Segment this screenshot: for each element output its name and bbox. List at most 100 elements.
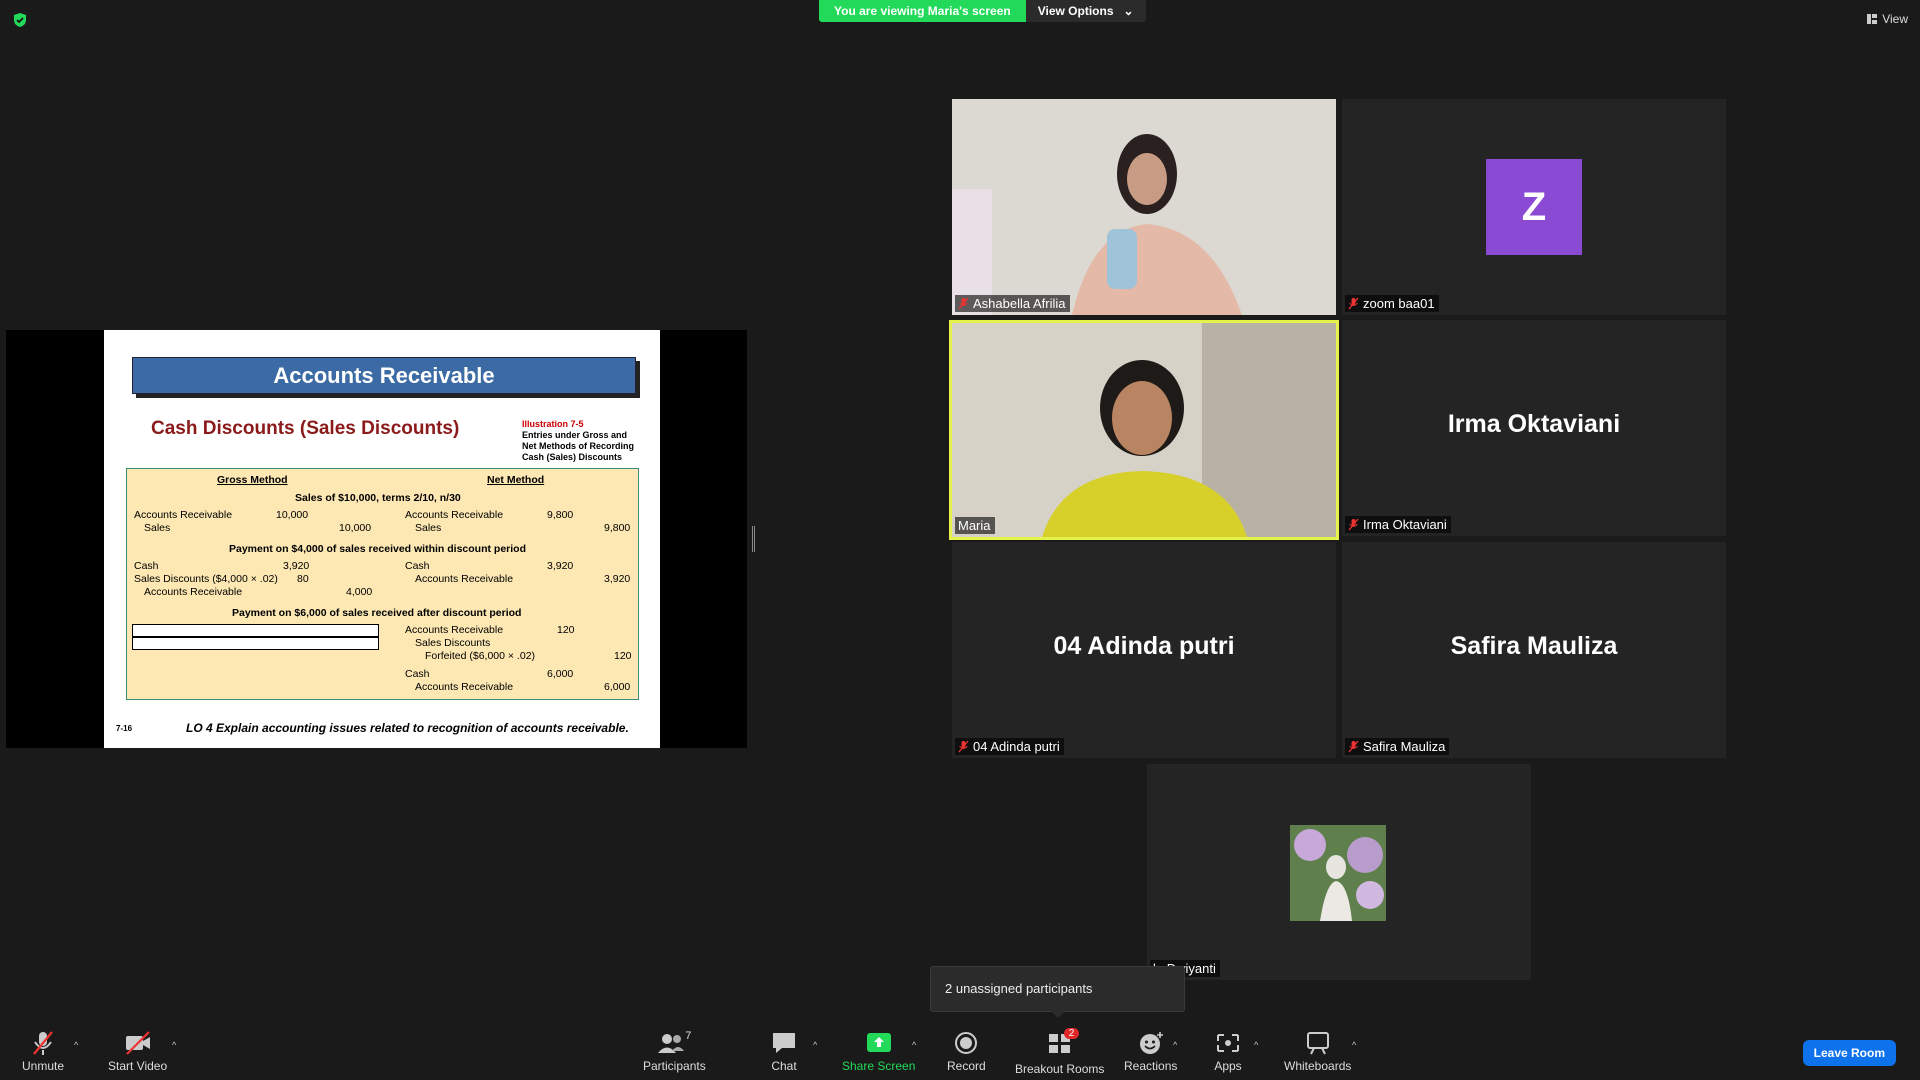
participant-name-label: Ashabella Afrilia	[955, 295, 1070, 312]
view-options-button[interactable]: View Options ⌄	[1025, 0, 1146, 22]
cell: Accounts Receivable	[134, 509, 233, 521]
video-tile[interactable]: la Dwiyanti	[1147, 764, 1531, 980]
cell: Cash	[405, 560, 430, 572]
breakout-rooms-label: Breakout Rooms	[1015, 1062, 1105, 1076]
cell: 3,920	[283, 560, 310, 572]
video-tile-active-speaker[interactable]: Maria	[949, 320, 1339, 540]
cell: Accounts Receivable	[144, 586, 243, 598]
apps-label: Apps	[1214, 1059, 1242, 1073]
record-icon	[955, 1032, 978, 1054]
cell: Sales Discounts ($4,000 × .02)	[134, 573, 278, 585]
cell: 3,920	[604, 573, 631, 585]
record-label: Record	[947, 1059, 986, 1073]
apps-button[interactable]: Apps	[1214, 1030, 1242, 1073]
illustration-caption-line: Net Methods of Recording	[522, 441, 634, 451]
cell: Sales	[415, 522, 442, 534]
participant-video	[952, 99, 1336, 315]
share-screen-button[interactable]: Share Screen	[842, 1030, 915, 1073]
cell: 10,000	[339, 522, 372, 534]
presentation-slide: Accounts Receivable Cash Discounts (Sale…	[104, 330, 660, 748]
video-options-caret[interactable]: ^	[172, 1040, 176, 1050]
cell: 9,800	[547, 509, 574, 521]
start-video-label: Start Video	[108, 1059, 168, 1073]
encryption-shield-icon[interactable]	[12, 12, 28, 28]
participants-label: Participants	[643, 1059, 706, 1073]
participants-button[interactable]: 7 Participants	[643, 1030, 706, 1073]
video-off-icon	[125, 1031, 150, 1055]
learning-objective: LO 4 Explain accounting issues related t…	[186, 721, 629, 735]
cell: Accounts Receivable	[415, 681, 514, 693]
reactions-options-caret[interactable]: ^	[1173, 1040, 1177, 1050]
participant-name-label: Irma Oktaviani	[1345, 516, 1451, 533]
chevron-down-icon: ⌄	[1123, 4, 1134, 18]
reactions-icon	[1139, 1032, 1163, 1054]
participant-name-label: zoom baa01	[1345, 295, 1439, 312]
blank-entry-box	[132, 624, 379, 637]
breakout-badge: 2	[1063, 1028, 1080, 1039]
participant-display-name: Irma Oktaviani	[1447, 410, 1621, 438]
breakout-rooms-button[interactable]: 2 Breakout Rooms	[1015, 1028, 1105, 1076]
shared-screen[interactable]: Accounts Receivable Cash Discounts (Sale…	[6, 330, 747, 748]
gross-method-header: Gross Method	[217, 474, 288, 486]
avatar: Z	[1486, 159, 1582, 255]
view-layout-button[interactable]: View	[1867, 12, 1908, 26]
slide-header: Accounts Receivable	[132, 357, 636, 394]
share-screen-icon	[866, 1033, 891, 1052]
split-view-resize-handle[interactable]	[752, 526, 755, 552]
apps-icon	[1217, 1034, 1239, 1052]
whiteboards-button[interactable]: Whiteboards	[1284, 1030, 1351, 1073]
reactions-button[interactable]: Reactions	[1124, 1030, 1177, 1073]
leave-room-button[interactable]: Leave Room	[1802, 1040, 1896, 1066]
mic-muted-icon	[1348, 740, 1359, 753]
participant-display-name: 04 Adinda putri	[1053, 632, 1235, 660]
share-options-caret[interactable]: ^	[912, 1040, 916, 1050]
participant-name-label: 04 Adinda putri	[955, 738, 1064, 755]
whiteboards-options-caret[interactable]: ^	[1352, 1040, 1356, 1050]
section-heading: Sales of $10,000, terms 2/10, n/30	[295, 492, 461, 504]
participant-name: Safira Mauliza	[1363, 739, 1446, 754]
chat-options-caret[interactable]: ^	[813, 1040, 817, 1050]
start-video-button[interactable]: Start Video	[108, 1030, 167, 1073]
section-heading: Payment on $6,000 of sales received afte…	[232, 607, 522, 619]
screen-share-banner: You are viewing Maria's screen View Opti…	[819, 0, 1146, 22]
participant-name-label: Maria	[955, 517, 995, 534]
video-tile[interactable]: Ashabella Afrilia	[952, 99, 1336, 315]
blank-entry-box	[132, 637, 379, 650]
participant-name: 04 Adinda putri	[973, 739, 1060, 754]
video-tile[interactable]: 04 Adinda putri 04 Adinda putri	[952, 542, 1336, 758]
slide-number: 7-16	[116, 724, 133, 733]
view-label: View	[1882, 12, 1908, 26]
share-screen-label: Share Screen	[842, 1059, 916, 1073]
video-tile[interactable]: Irma Oktaviani Irma Oktaviani	[1342, 320, 1726, 536]
apps-options-caret[interactable]: ^	[1254, 1040, 1258, 1050]
breakout-rooms-tooltip: 2 unassigned participants	[930, 966, 1185, 1018]
audio-options-caret[interactable]: ^	[74, 1040, 78, 1050]
cell: 6,000	[547, 668, 574, 680]
chat-label: Chat	[771, 1059, 797, 1073]
whiteboard-icon	[1306, 1032, 1329, 1055]
unmute-button[interactable]: Unmute	[22, 1030, 64, 1073]
grid-view-icon	[1867, 14, 1878, 24]
cell: 3,920	[547, 560, 574, 572]
cell: Forfeited ($6,000 × .02)	[425, 650, 536, 662]
illustration-caption: Illustration 7-5 Entries under Gross and…	[522, 419, 642, 463]
cell: Sales Discounts	[415, 637, 491, 649]
journal-entries-table: Gross Method Net Method Sales of $10,000…	[126, 468, 639, 700]
view-options-label: View Options	[1037, 4, 1114, 18]
chat-button[interactable]: Chat	[770, 1030, 798, 1073]
video-tile[interactable]: Safira Mauliza Safira Mauliza	[1342, 542, 1726, 758]
mic-muted-icon	[1348, 518, 1359, 531]
video-tile[interactable]: Z zoom baa01	[1342, 99, 1726, 315]
cell: Accounts Receivable	[405, 509, 504, 521]
participant-display-name: Safira Mauliza	[1450, 632, 1618, 660]
cell: 80	[297, 573, 309, 585]
cell: Cash	[134, 560, 159, 572]
participant-name-label: Safira Mauliza	[1345, 738, 1450, 755]
participant-video	[952, 323, 1336, 537]
cell: 10,000	[276, 509, 309, 521]
slide-subtitle: Cash Discounts (Sales Discounts)	[151, 418, 460, 439]
participant-name: Ashabella Afrilia	[973, 296, 1066, 311]
net-method-header: Net Method	[487, 474, 545, 486]
participants-icon	[658, 1034, 685, 1053]
record-button[interactable]: Record	[947, 1030, 986, 1073]
